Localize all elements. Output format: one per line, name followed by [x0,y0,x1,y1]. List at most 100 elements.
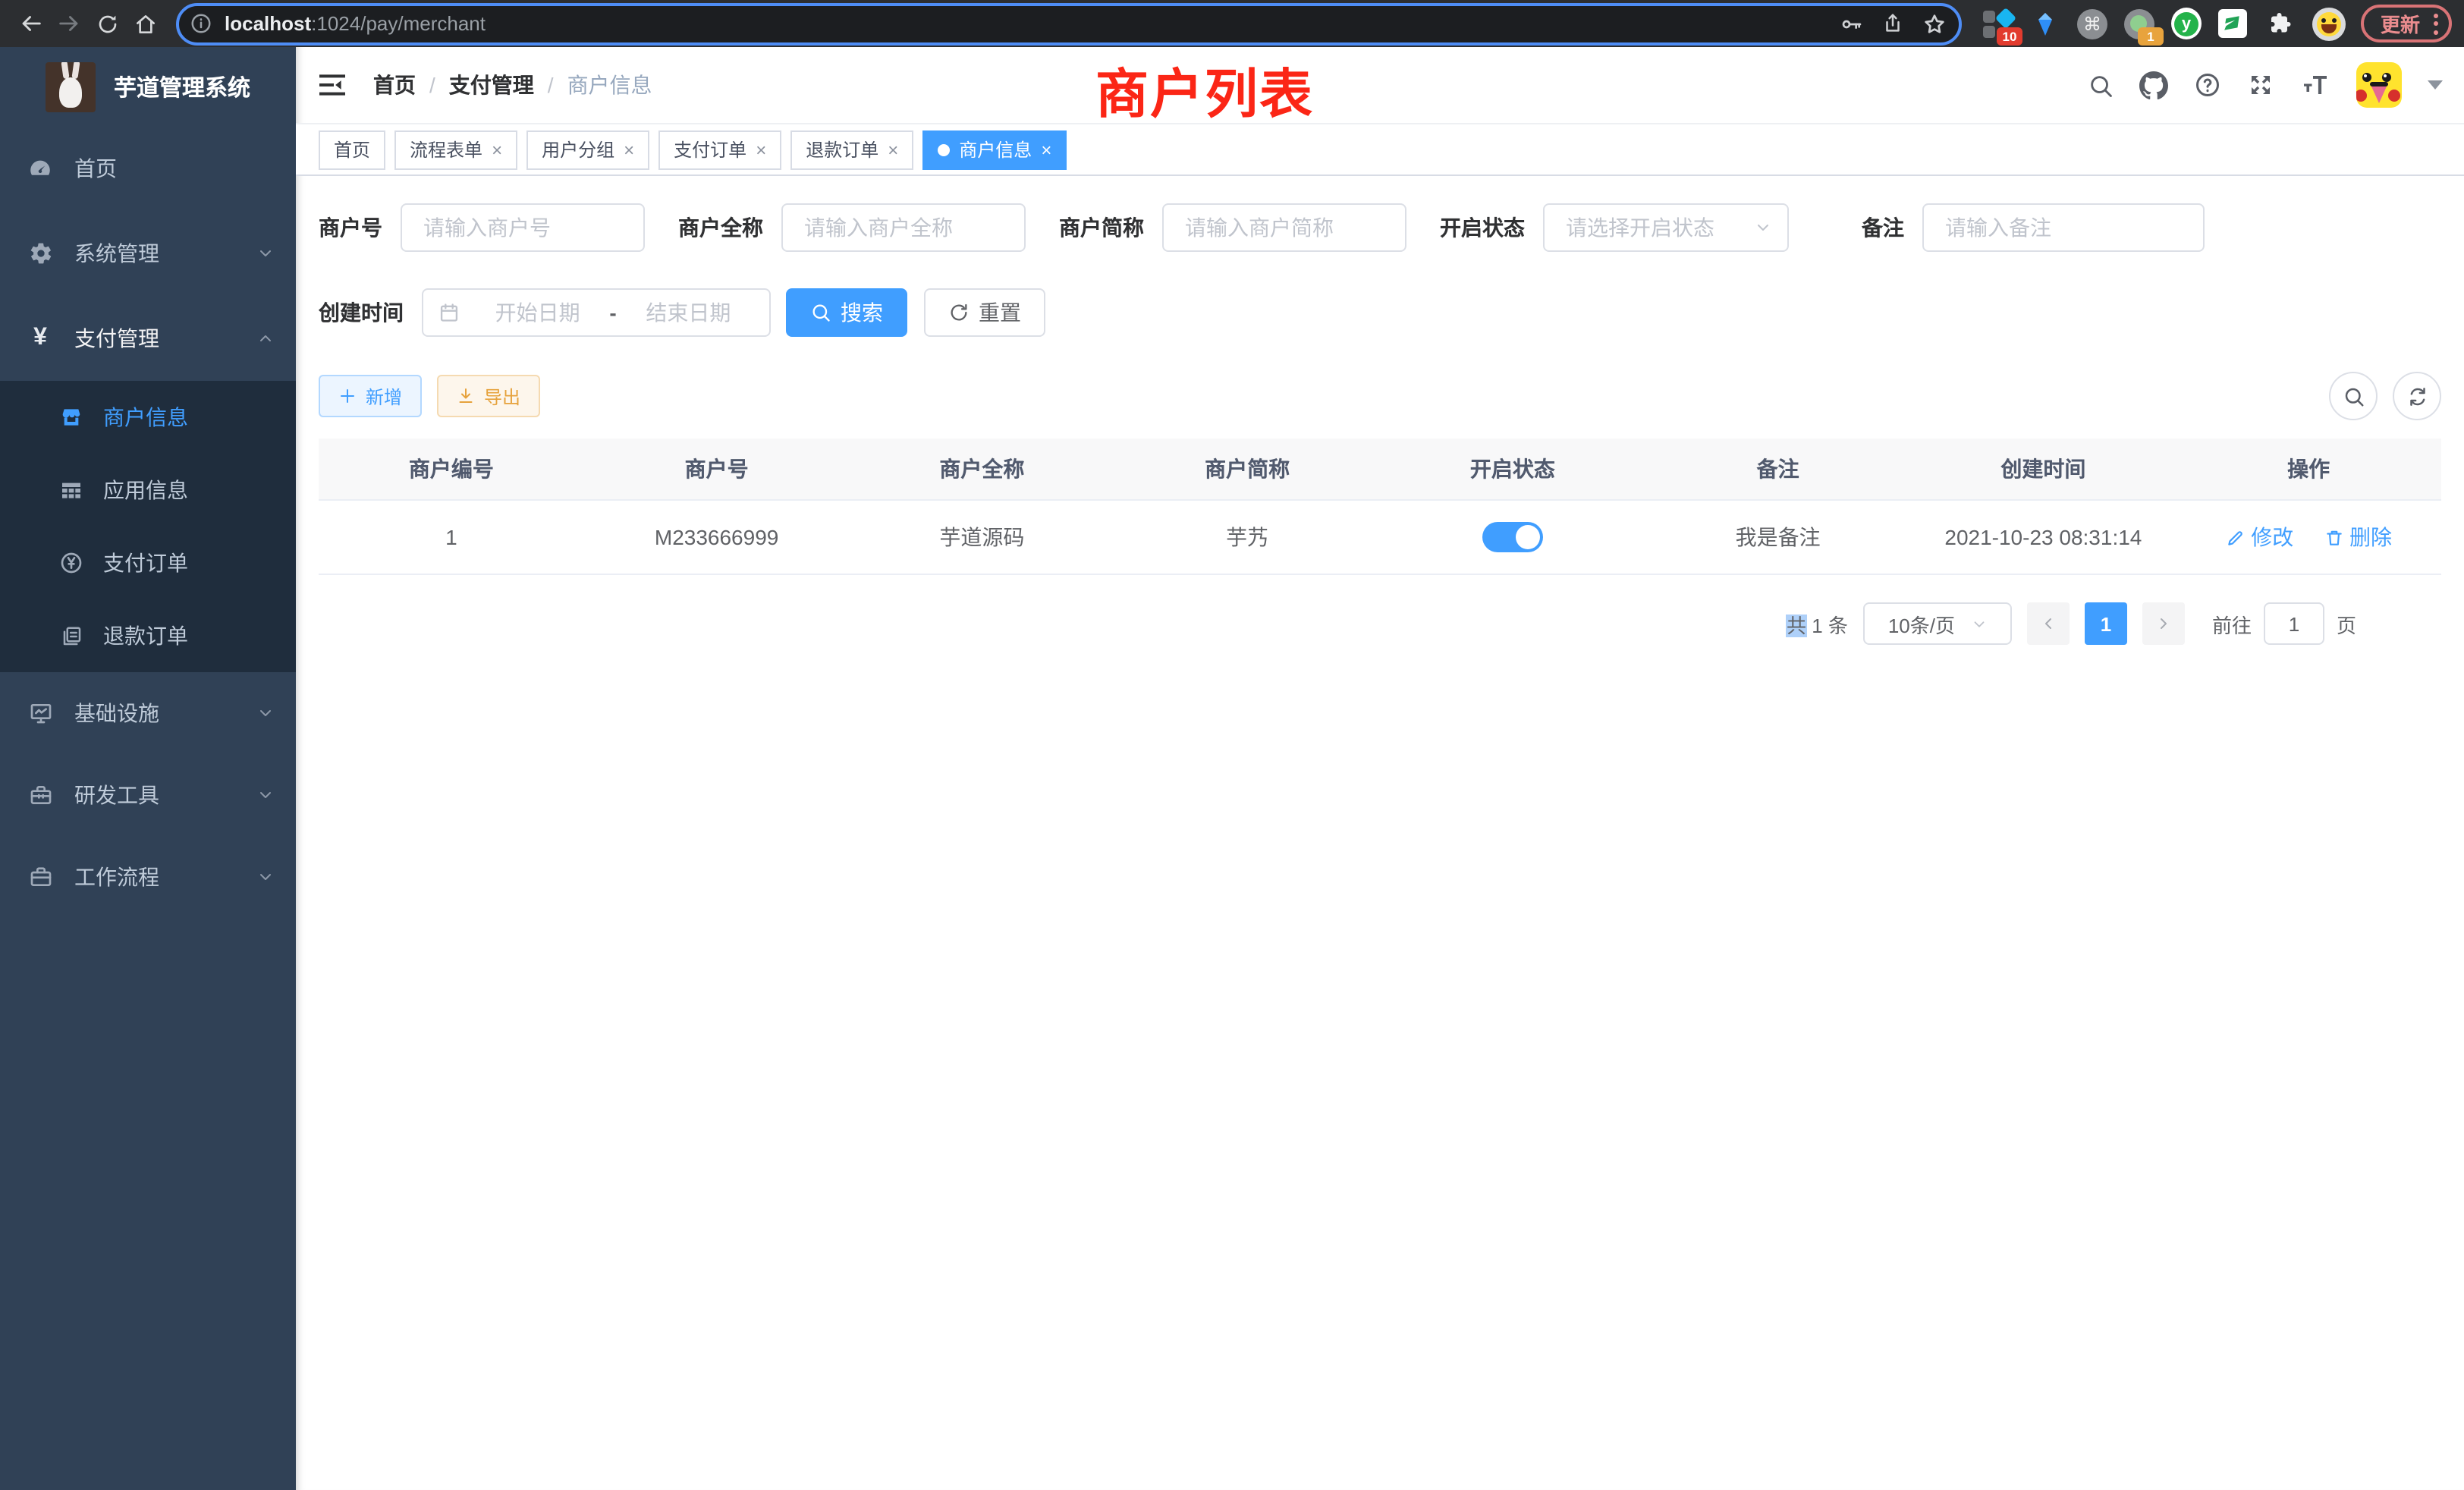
password-key-icon[interactable] [1839,11,1863,36]
extension-command-icon[interactable]: ⌘ [2077,8,2107,39]
close-icon[interactable]: × [888,140,898,159]
help-icon[interactable] [2194,71,2221,99]
status-select[interactable]: 请选择开启状态 [1543,203,1789,252]
status-toggle[interactable] [1482,522,1543,552]
active-dot [938,143,950,156]
site-info-icon[interactable] [185,8,215,39]
goto-page-input[interactable] [2264,602,2324,645]
delete-label: 删除 [2349,522,2392,552]
tab-user-group[interactable]: 用户分组× [526,130,649,169]
user-avatar[interactable] [2356,62,2402,108]
browser-extensions: 10 ⌘ 1 y [1983,7,2346,40]
sidebar-item-workflow[interactable]: 工作流程 [0,836,296,918]
remark-input[interactable] [1922,203,2205,252]
share-icon[interactable] [1881,12,1904,35]
prev-page-button[interactable] [2027,602,2070,645]
update-label: 更新 [2381,9,2420,38]
tab-pay-order[interactable]: 支付订单× [658,130,781,169]
sidebar-item-infrastructure[interactable]: 基础设施 [0,672,296,754]
edit-link[interactable]: 修改 [2225,522,2293,552]
edit-label: 修改 [2251,522,2293,552]
gear-icon [27,241,53,266]
logo-image [46,61,96,112]
tab-process-form[interactable]: 流程表单× [394,130,517,169]
total-highlight: 共 [1787,614,1806,637]
browser-forward-icon[interactable] [50,5,88,42]
sidebar-item-app-info[interactable]: 应用信息 [0,454,296,527]
table-row: 1 M233666999 芋道源码 芋艿 我是备注 2021-10-23 08:… [319,500,2441,574]
close-icon[interactable]: × [492,140,502,159]
next-page-button[interactable] [2142,602,2185,645]
tab-label: 商户信息 [959,137,1032,162]
merchant-short-name-input[interactable] [1162,203,1406,252]
breadcrumb-payment[interactable]: 支付管理 [449,70,534,100]
tab-refund-order[interactable]: 退款订单× [790,130,913,169]
extension-chat-icon[interactable] [2218,8,2249,39]
avatar-caret-icon[interactable] [2428,80,2443,90]
page-size-select[interactable]: 10条/页 [1863,602,2012,645]
search-button[interactable]: 搜索 [786,288,907,337]
sidebar-item-refund-order[interactable]: 退款订单 [0,599,296,672]
header-search-icon[interactable] [2088,72,2114,98]
chevron-down-icon [256,868,275,886]
sidebar-item-pay-order[interactable]: 支付订单 [0,527,296,599]
col-remark: 备注 [1645,439,1911,500]
chevron-left-icon [2039,615,2057,633]
extension-gem-icon[interactable] [2030,8,2060,39]
sidebar-item-payment[interactable]: ¥ 支付管理 [0,296,296,381]
edit-pencil-icon [2225,527,2245,547]
tab-merchant-info[interactable]: 商户信息 × [922,130,1067,169]
col-create-time: 创建时间 [1911,439,2176,500]
github-icon[interactable] [2139,71,2168,99]
sidebar-item-system[interactable]: 系统管理 [0,211,296,296]
close-icon[interactable]: × [1041,140,1051,159]
extension-grid-icon[interactable]: 10 [1983,8,2013,39]
chevron-down-icon [1754,218,1772,237]
tab-home[interactable]: 首页 [319,130,385,169]
trash-icon [2324,527,2343,547]
yen-circle-icon [59,551,83,575]
address-bar[interactable]: localhost:1024/pay/merchant [176,2,1962,45]
font-size-icon[interactable] [2300,71,2330,99]
sidebar-item-home[interactable]: 首页 [0,126,296,211]
export-button[interactable]: 导出 [437,375,540,417]
filter-label: 商户全称 [678,212,763,243]
download-icon [457,387,475,405]
close-icon[interactable]: × [756,140,766,159]
reset-button[interactable]: 重置 [924,288,1045,337]
breadcrumb: 首页 / 支付管理 / 商户信息 [373,70,652,100]
extension-y-icon[interactable]: y [2171,8,2202,39]
extensions-puzzle-icon[interactable] [2265,8,2296,39]
extension-circle-icon[interactable]: 1 [2124,8,2154,39]
breadcrumb-home[interactable]: 首页 [373,70,416,100]
create-time-range-picker[interactable]: 开始日期 - 结束日期 [422,288,771,337]
tags-view-bar: 首页 流程表单× 用户分组× 支付订单× 退款订单× 商户信息 × [296,123,2464,176]
briefcase-icon [27,865,53,889]
breadcrumb-separator: / [548,73,554,97]
app-logo[interactable]: 芋道管理系统 [0,47,296,126]
fullscreen-icon[interactable] [2247,71,2274,99]
refresh-icon [948,302,970,323]
browser-profile-avatar[interactable] [2312,7,2346,40]
browser-back-icon[interactable] [12,5,50,42]
sidebar-fold-icon[interactable] [316,68,349,102]
toggle-search-button[interactable] [2329,372,2378,420]
chevron-right-icon [2154,615,2173,633]
browser-reload-icon[interactable] [88,5,126,42]
refresh-table-button[interactable] [2393,372,2441,420]
export-button-label: 导出 [484,383,520,409]
page-1-button[interactable]: 1 [2085,602,2127,645]
browser-home-icon[interactable] [126,5,164,42]
merchant-full-name-input[interactable] [781,203,1026,252]
sidebar-item-dev-tools[interactable]: 研发工具 [0,754,296,836]
browser-menu-icon[interactable] [2434,13,2438,34]
table-toolbar: 新增 导出 [319,372,2441,420]
add-button[interactable]: 新增 [319,375,422,417]
close-icon[interactable]: × [624,140,634,159]
sidebar-item-label: 退款订单 [103,621,188,651]
browser-update-button[interactable]: 更新 [2361,5,2452,42]
delete-link[interactable]: 删除 [2324,522,2392,552]
sidebar-item-merchant-info[interactable]: 商户信息 [0,381,296,454]
merchant-no-input[interactable] [401,203,645,252]
bookmark-star-icon[interactable] [1922,11,1947,36]
